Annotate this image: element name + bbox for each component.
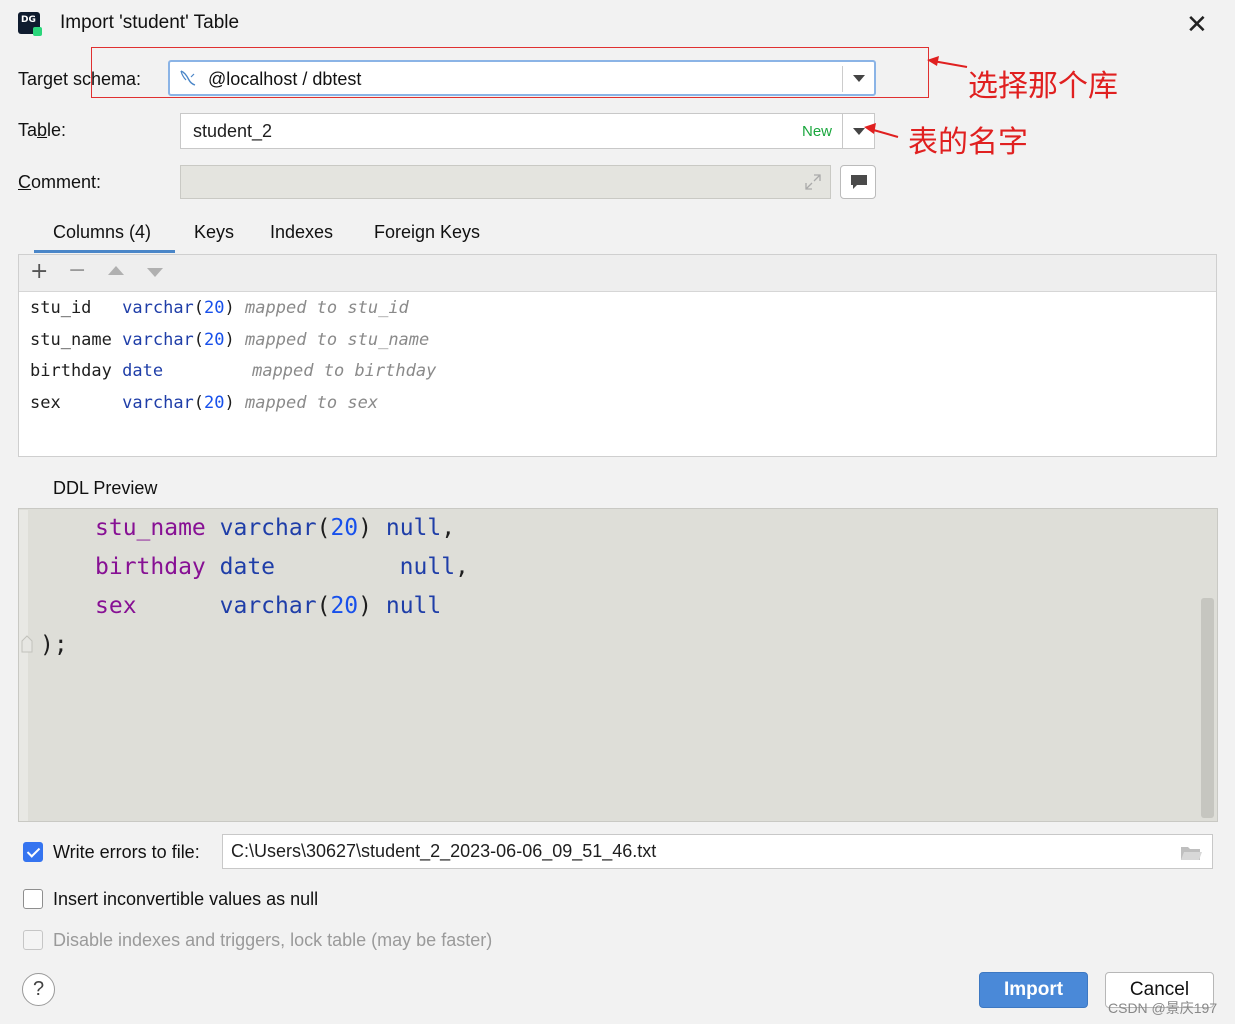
tab-indexes[interactable]: Indexes <box>270 222 333 243</box>
column-row[interactable]: stu_name varchar(20) mapped to stu_name <box>30 330 429 350</box>
add-icon[interactable]: + <box>30 259 48 284</box>
error-file-path-value: C:\Users\30627\student_2_2023-06-06_09_5… <box>231 841 657 861</box>
remove-icon[interactable]: − <box>68 258 86 283</box>
ddl-line: birthday date null, <box>95 554 469 580</box>
speech-bubble-icon <box>851 175 867 189</box>
tab-keys[interactable]: Keys <box>194 222 234 243</box>
active-tab-indicator <box>34 250 175 253</box>
column-row[interactable]: stu_id varchar(20) mapped to stu_id <box>30 298 409 318</box>
insert-null-checkbox[interactable] <box>23 889 43 909</box>
annotation-arrow-icon <box>927 56 968 68</box>
app-logo-icon: DG <box>18 12 42 36</box>
error-file-path-input[interactable]: C:\Users\30627\student_2_2023-06-06_09_5… <box>222 834 1213 869</box>
ddl-line: stu_name varchar(20) null, <box>95 515 456 541</box>
annotation-arrow-icon <box>864 123 899 138</box>
comment-editor-button[interactable] <box>840 165 876 199</box>
new-badge: New <box>801 123 832 140</box>
editor-gutter <box>19 510 28 821</box>
annotation-highlight-box <box>91 47 929 98</box>
expand-icon[interactable] <box>804 173 822 191</box>
ddl-scrollbar[interactable] <box>1201 598 1214 818</box>
table-name-value: student_2 <box>193 121 273 141</box>
write-errors-label: Write errors to file: <box>53 842 200 862</box>
write-errors-checkbox[interactable] <box>23 842 43 862</box>
table-label: Table: <box>18 120 67 140</box>
tab-columns[interactable]: Columns (4) <box>53 222 151 243</box>
table-annotation: 表的名字 <box>908 125 1028 160</box>
disable-indexes-label: Disable indexes and triggers, lock table… <box>53 930 493 950</box>
fold-marker-icon[interactable] <box>20 635 34 653</box>
ddl-closing: ); <box>40 632 68 658</box>
app-logo-text: DG <box>21 15 36 25</box>
ddl-preview-label: DDL Preview <box>53 478 158 498</box>
help-button[interactable]: ? <box>22 973 55 1006</box>
tab-foreign-keys[interactable]: Foreign Keys <box>374 222 480 243</box>
columns-toolbar <box>19 255 1216 292</box>
import-button[interactable]: Import <box>979 972 1088 1008</box>
watermark: CSDN @景庆197 <box>1108 1000 1218 1016</box>
column-row[interactable]: sex varchar(20) mapped to sex <box>30 393 378 413</box>
comment-input[interactable] <box>180 165 831 199</box>
move-down-icon[interactable] <box>147 268 163 277</box>
close-icon[interactable]: ✕ <box>1186 9 1208 40</box>
schema-annotation: 选择那个库 <box>968 69 1118 104</box>
column-row[interactable]: birthday date mapped to birthday <box>30 361 436 381</box>
folder-icon[interactable] <box>1180 844 1202 861</box>
insert-null-label: Insert inconvertible values as null <box>53 889 319 909</box>
table-name-input[interactable]: student_2 New <box>180 113 843 149</box>
window-title: Import 'student' Table <box>60 12 240 33</box>
move-up-icon[interactable] <box>108 266 124 275</box>
comment-label: Comment: <box>18 172 102 192</box>
ddl-line: sex varchar(20) null <box>95 593 442 619</box>
disable-indexes-checkbox[interactable] <box>23 930 43 950</box>
